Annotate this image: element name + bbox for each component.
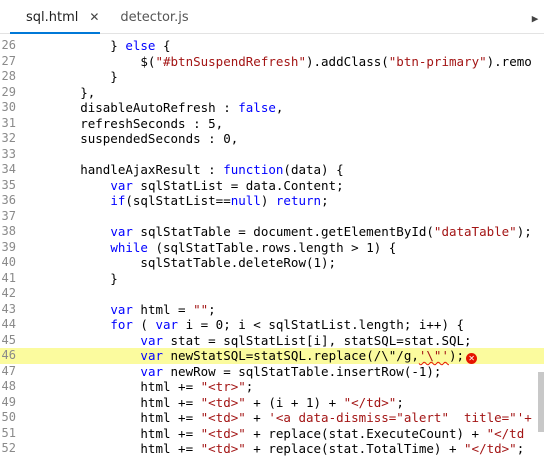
line-number: 39 [1,239,16,254]
code-line: 33 [0,147,544,163]
code-line: 51 html += "<td>" + replace(stat.Execute… [0,426,544,442]
code-line: 41 } [0,271,544,287]
line-code: while (sqlStatTable.rows.length > 1) { [110,239,397,255]
line-number: 26 [1,38,16,52]
code-line: 26 } else { [0,38,544,54]
code-line: 42 [0,286,544,302]
line-code: for ( var i = 0; i < sqlStatList.length;… [110,317,465,332]
tab-label: detector.js [120,9,189,25]
code-line: 35 var sqlStatList = data.Content; [0,178,544,194]
line-number: 48 [1,379,16,393]
code-line: 49 html += "<td>" + (i + 1) + "</td>"; [0,395,544,411]
scroll-right-icon[interactable]: ▶ [528,11,542,25]
code-line: 46 var newStatSQL=statSQL.replace(/\"/g,… [0,348,544,364]
line-number: 32 [1,131,16,145]
line-code: html += "<tr>"; [20,379,254,394]
code-line: 29 }, [0,85,544,101]
line-number: 28 [1,69,16,83]
code-line: 32 suspendedSeconds : 0, [0,131,544,147]
tab-detector-js[interactable]: detector.js [108,1,196,33]
code-line: 45 var stat = sqlStatList[i], statSQL=st… [0,333,544,349]
code-line: 47 var newRow = sqlStatTable.insertRow(-… [0,364,544,380]
line-number: 50 [1,410,16,424]
close-icon[interactable]: ✕ [88,10,100,24]
code-line: 52 html += "<td>" + replace(stat.TotalTi… [0,441,544,457]
tab-sql-html[interactable]: sql.html ✕ [0,1,108,34]
line-code: html += "<td>" + (i + 1) + "</td>"; [20,394,404,410]
tab-label: sql.html [26,9,79,25]
line-code: html += "<td>" + replace(stat.ExecuteCou… [20,425,525,441]
line-code: html += "<td>" + replace(stat.TotalTime)… [20,441,525,456]
line-number: 40 [1,255,16,269]
line-code: var newRow = sqlStatTable.insertRow(-1); [140,363,442,379]
line-number: 41 [1,270,16,285]
line-code: var newStatSQL=statSQL.replace(/\"/g,'\"… [20,348,478,364]
line-number: 47 [1,363,16,378]
line-code: html += "<td>" + '<a data-dismiss="alert… [20,410,532,425]
code-line: 36 if(sqlStatList==null) return; [0,193,544,209]
line-number: 34 [1,162,16,176]
code-editor[interactable]: 26 } else {27 $("#btnSuspendRefresh").ad… [0,34,544,459]
error-icon[interactable]: ✕ [466,353,478,364]
code-line: 39 while (sqlStatTable.rows.length > 1) … [0,240,544,256]
line-number: 44 [1,317,16,331]
line-number: 52 [1,441,16,455]
code-line: 38 var sqlStatTable = document.getElemen… [0,224,544,240]
line-code: handleAjaxResult : function(data) { [20,162,344,177]
code-line: 40 sqlStatTable.deleteRow(1); [0,255,544,271]
line-code: var sqlStatList = data.Content; [110,177,344,193]
line-code: disableAutoRefresh : false, [20,100,284,115]
line-number: 46 [1,348,16,362]
line-number: 30 [1,100,16,114]
line-code: } [20,270,118,286]
line-code: suspendedSeconds : 0, [20,131,239,146]
line-code: if(sqlStatList==null) return; [110,193,329,208]
line-code: }, [20,84,96,100]
line-number: 33 [1,146,16,161]
line-code: $("#btnSuspendRefresh").addClass("btn-pr… [20,53,532,69]
line-code: var html = ""; [110,301,216,317]
code-line: 43 var html = ""; [0,302,544,318]
code-line: 37 [0,209,544,225]
code-line: 48 html += "<tr>"; [0,379,544,395]
line-code: refreshSeconds : 5, [20,115,224,131]
code-line: 34 handleAjaxResult : function(data) { [0,162,544,178]
line-code: var sqlStatTable = document.getElementBy… [110,224,532,239]
code-line: 50 html += "<td>" + '<a data-dismiss="al… [0,410,544,426]
line-number: 38 [1,224,16,238]
code-line: 28 } [0,69,544,85]
code-line: 27 $("#btnSuspendRefresh").addClass("btn… [0,54,544,70]
line-number: 36 [1,193,16,207]
line-code: } [20,69,118,84]
line-code: sqlStatTable.deleteRow(1); [20,255,337,270]
code-line: 31 refreshSeconds : 5, [0,116,544,132]
line-number: 29 [1,84,16,99]
tab-bar: sql.html ✕ detector.js ▶ [0,0,544,34]
line-number: 31 [1,115,16,130]
line-number: 49 [1,394,16,409]
line-number: 51 [1,425,16,440]
line-code: var stat = sqlStatList[i], statSQL=stat.… [140,332,472,348]
line-code: } else { [20,38,171,53]
line-number: 27 [1,53,16,68]
code-line: 30 disableAutoRefresh : false, [0,100,544,116]
code-line: 44 for ( var i = 0; i < sqlStatList.leng… [0,317,544,333]
vertical-scrollbar[interactable] [538,372,544,432]
line-number: 37 [1,208,16,223]
line-number: 35 [1,177,16,192]
line-number: 43 [1,301,16,316]
line-number: 45 [1,332,16,347]
line-number: 42 [1,286,16,300]
